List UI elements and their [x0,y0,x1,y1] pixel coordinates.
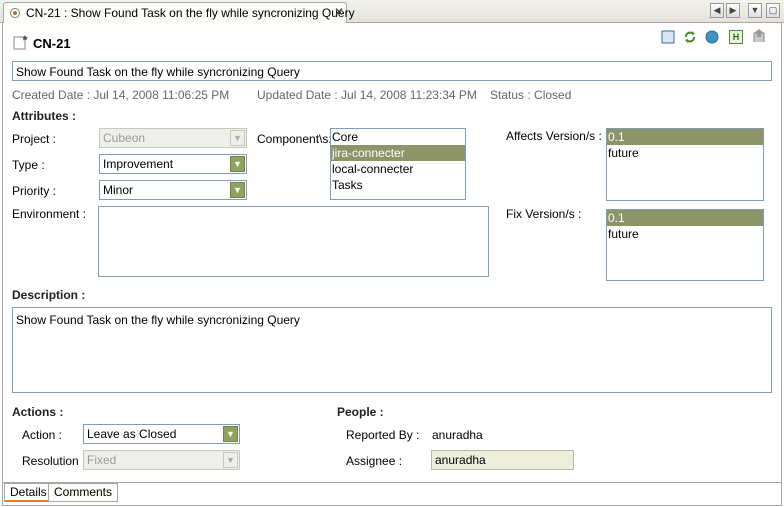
tab-details[interactable]: Details [4,483,53,502]
dropdown-icon[interactable]: ▼ [748,3,762,18]
reported-by-value: anuradha [432,428,483,442]
assignee-field[interactable]: anuradha [431,450,574,470]
resolution-label: Resolution : [22,454,86,468]
actions-heading: Actions : [12,405,64,419]
chevron-down-icon[interactable]: ▼ [223,426,238,442]
priority-label: Priority : [12,184,57,198]
description-textarea[interactable]: Show Found Task on the fly while syncron… [12,307,772,393]
restore-icon[interactable]: ▢ [766,3,780,18]
action-label: Action : [22,428,63,442]
summary-input[interactable]: Show Found Task on the fly while syncron… [12,61,772,81]
editor-tab-bar: CN-21 : Show Found Task on the fly while… [0,0,784,23]
affects-version-label: Affects Version/s : [506,129,602,143]
sync-icon[interactable] [683,30,697,44]
project-label: Project : [12,132,57,146]
type-select[interactable]: Improvement ▼ [99,154,247,174]
issue-key: CN-21 [33,36,71,51]
globe-icon[interactable] [705,30,719,44]
issue-editor-tab[interactable]: CN-21 : Show Found Task on the fly while… [3,2,355,23]
reported-by-label: Reported By : [346,428,420,442]
description-heading: Description : [12,288,86,302]
project-value: Cubeon [103,131,146,145]
list-item[interactable]: jira-connecter [331,145,465,161]
action-select[interactable]: Leave as Closed ▼ [83,424,240,444]
priority-select[interactable]: Minor ▼ [99,180,247,200]
resolution-value: Fixed [87,453,117,467]
fix-version-list[interactable]: 0.1 future [606,209,764,281]
chevron-down-icon: ▼ [223,452,238,468]
fix-version-label: Fix Version/s : [506,207,582,221]
chevron-down-icon: ▼ [230,130,245,146]
created-date: Created Date : Jul 14, 2008 11:06:25 PM [12,88,230,102]
list-item[interactable]: Tasks [331,177,465,193]
affects-version-list[interactable]: 0.1 future [606,128,764,201]
close-icon[interactable]: ✕ [334,5,344,19]
updated-date: Updated Date : Jul 14, 2008 11:23:34 PM [257,88,477,102]
tab-comments[interactable]: Comments [48,483,119,502]
type-label: Type : [12,158,45,172]
scroll-left-icon[interactable]: ◀ [710,3,724,18]
tab-title: CN-21 : Show Found Task on the fly while… [26,6,355,20]
action-value: Leave as Closed [87,427,177,441]
list-item[interactable]: 0.1 [607,210,763,226]
list-item[interactable]: Core [331,129,465,145]
components-list[interactable]: Core jira-connecter local-connecter Task… [330,128,466,200]
document-icon [10,8,20,18]
description-text: Show Found Task on the fly while syncron… [16,313,300,327]
export-icon[interactable] [752,28,766,42]
list-item[interactable]: future [607,226,763,242]
issue-icon [13,35,28,50]
type-value: Improvement [103,157,174,171]
chevron-down-icon[interactable]: ▼ [230,156,245,172]
priority-value: Minor [103,183,134,197]
tab-strip-divider [2,482,782,483]
html-icon[interactable]: H [729,30,743,44]
status-text: Status : Closed [490,88,572,102]
project-select: Cubeon ▼ [99,128,247,148]
summary-text: Show Found Task on the fly while syncron… [16,65,300,79]
scroll-right-icon[interactable]: ▶ [726,3,740,18]
chevron-down-icon[interactable]: ▼ [230,182,245,198]
list-item[interactable]: local-connecter [331,161,465,177]
list-item[interactable]: 0.1 [607,129,763,145]
attributes-heading: Attributes : [12,109,76,123]
environment-textarea[interactable] [98,206,489,277]
resolution-select: Fixed ▼ [83,450,240,470]
assignee-label: Assignee : [346,454,403,468]
components-label: Component\s: [257,132,332,146]
assignee-value: anuradha [435,453,486,467]
environment-label: Environment : [12,207,87,221]
list-item[interactable]: future [607,145,763,161]
people-heading: People : [337,405,384,419]
stop-icon[interactable] [661,30,675,44]
